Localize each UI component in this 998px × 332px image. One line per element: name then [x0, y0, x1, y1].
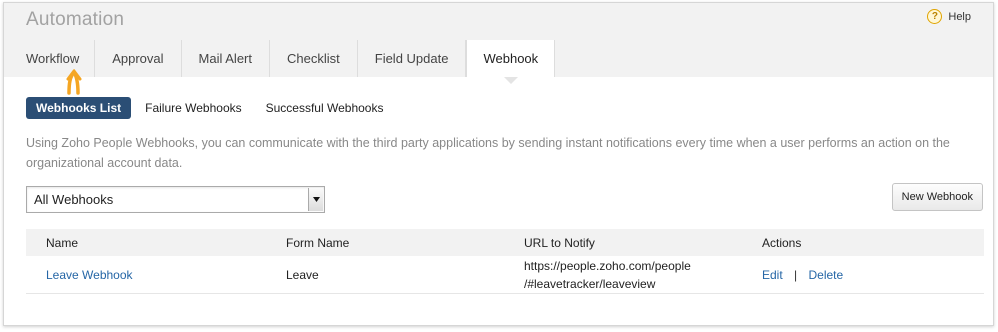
new-webhook-button[interactable]: New Webhook	[891, 183, 983, 211]
tab-mail-alert[interactable]: Mail Alert	[182, 40, 270, 77]
tab-webhook[interactable]: Webhook	[466, 40, 556, 84]
webhook-filter-select[interactable]: All Webhooks	[26, 186, 325, 213]
url-line-1: https://people.zoho.com/people	[524, 258, 691, 273]
column-header-url: URL to Notify	[524, 235, 595, 250]
table-row: Leave Webhook Leave https://people.zoho.…	[26, 256, 984, 294]
column-header-actions: Actions	[762, 235, 802, 250]
table-header: Name Form Name URL to Notify Actions	[26, 229, 984, 256]
url-line-2: /#leavetracker/leaveview	[524, 276, 656, 291]
help-link[interactable]: ? Help	[927, 9, 971, 24]
subtab-failure-webhooks[interactable]: Failure Webhooks	[135, 98, 252, 118]
filter-selected-value: All Webhooks	[34, 192, 114, 207]
tab-approval[interactable]: Approval	[95, 40, 182, 77]
subtab-webhooks-list[interactable]: Webhooks List	[26, 97, 132, 119]
help-label: Help	[948, 10, 971, 23]
column-header-form-name: Form Name	[286, 235, 350, 250]
tab-bar: Workflow Approval Mail Alert Checklist F…	[10, 40, 556, 84]
form-name-cell: Leave	[286, 267, 319, 282]
delete-link[interactable]: Delete	[809, 268, 844, 282]
dropdown-arrow-icon[interactable]	[308, 188, 323, 211]
tab-checklist[interactable]: Checklist	[270, 40, 358, 77]
edit-link[interactable]: Edit	[762, 268, 783, 282]
automation-window: Automation ? Help Workflow Approval Mail…	[3, 2, 994, 326]
webhooks-description: Using Zoho People Webhooks, you can comm…	[26, 136, 950, 170]
tab-field-update[interactable]: Field Update	[358, 40, 467, 77]
question-circle-icon: ?	[927, 9, 943, 24]
webhooks-table: Name Form Name URL to Notify Actions Lea…	[26, 229, 984, 294]
subtab-successful-webhooks[interactable]: Successful Webhooks	[256, 98, 394, 118]
webhook-subtabs: Webhooks List Failure Webhooks Successfu…	[26, 97, 397, 119]
column-header-name: Name	[46, 235, 79, 250]
up-arrow-pointer-icon	[66, 69, 82, 95]
page-title: Automation	[26, 9, 125, 30]
url-cell: https://people.zoho.com/people /#leavetr…	[504, 257, 742, 293]
header-bar: Automation ? Help Workflow Approval Mail…	[4, 3, 993, 84]
webhook-name-link[interactable]: Leave Webhook	[46, 268, 133, 282]
actions-cell: Edit | Delete	[742, 268, 984, 282]
action-separator: |	[794, 267, 798, 282]
